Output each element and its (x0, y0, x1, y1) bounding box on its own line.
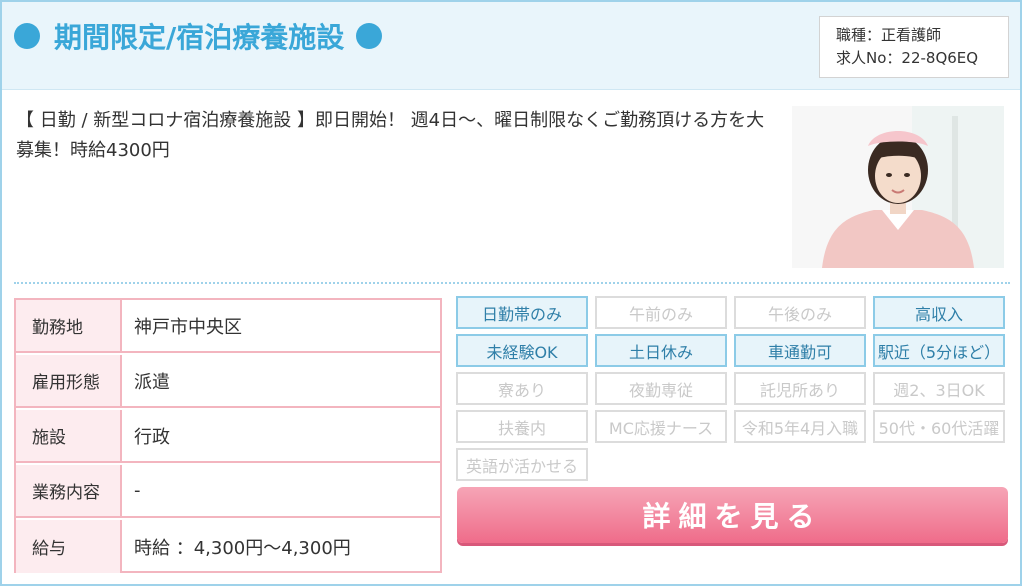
feature-tag: 令和5年4月入職 (734, 410, 866, 443)
feature-tag: 車通勤可 (734, 334, 866, 367)
job-meta-box: 職種：正看護師 求人No：22-8Q6EQ (819, 16, 1009, 78)
bullet-dot-icon (14, 23, 40, 49)
job-description: 【 日勤 / 新型コロナ宿泊療養施設 】即日開始！ 週4日〜、曜日制限なくご勤務… (16, 110, 765, 161)
feature-tag: 英語が活かせる (456, 448, 588, 481)
info-value: - (134, 480, 141, 501)
job-type: 職種：正看護師 (836, 26, 942, 44)
bullet-dot-icon (356, 23, 383, 49)
job-title-text: 期間限定/宿泊療養施設 (54, 21, 345, 54)
table-row: 雇用形態 派遣 (16, 355, 440, 408)
view-details-button[interactable]: 詳細を見る (457, 487, 1008, 543)
job-number: 求人No：22-8Q6EQ (836, 49, 979, 67)
job-title: 期間限定/宿泊療養施設 (14, 16, 383, 56)
info-value: 時給 ：4,300円〜4,300円 (134, 537, 351, 559)
table-row: 勤務地 神戸市中央区 (16, 300, 440, 353)
feature-tag: 託児所あり (734, 372, 866, 405)
table-row: 施設 行政 (16, 410, 440, 463)
info-label: 雇用形態 (16, 355, 122, 406)
job-card: 期間限定/宿泊療養施設 職種：正看護師 求人No：22-8Q6EQ 【 日勤 /… (0, 0, 1022, 586)
info-label: 給与 (16, 520, 122, 573)
feature-tag: 未経験OK (456, 334, 588, 367)
feature-tag: 午後のみ (734, 296, 866, 329)
nurse-photo-icon (792, 106, 1004, 268)
feature-tag: 土日休み (595, 334, 727, 367)
job-header: 期間限定/宿泊療養施設 職種：正看護師 求人No：22-8Q6EQ (2, 2, 1020, 90)
info-value: 神戸市中央区 (134, 316, 242, 338)
nurse-photo (792, 106, 1004, 268)
feature-tag: 扶養内 (456, 410, 588, 443)
info-label: 施設 (16, 410, 122, 461)
table-row: 給与 時給 ：4,300円〜4,300円 (16, 520, 440, 573)
feature-tag: 駅近（5分ほど） (873, 334, 1005, 367)
feature-tag: 高収入 (873, 296, 1005, 329)
feature-tag: MC応援ナース (595, 410, 727, 443)
info-value: 派遣 (134, 371, 170, 393)
feature-tag: 日勤帯のみ (456, 296, 588, 329)
feature-tag: 寮あり (456, 372, 588, 405)
section-divider (14, 282, 1010, 284)
table-row: 業務内容 - (16, 465, 440, 518)
job-info-table: 勤務地 神戸市中央区 雇用形態 派遣 施設 行政 業務内容 - 給与 時給 ：4… (14, 298, 442, 573)
info-value: 行政 (134, 426, 170, 448)
feature-tag: 夜勤専従 (595, 372, 727, 405)
info-label: 勤務地 (16, 300, 122, 351)
feature-tag: 50代・60代活躍 (873, 410, 1005, 443)
feature-tag: 週2、3日OK (873, 372, 1005, 405)
info-label: 業務内容 (16, 465, 122, 516)
feature-tag: 午前のみ (595, 296, 727, 329)
